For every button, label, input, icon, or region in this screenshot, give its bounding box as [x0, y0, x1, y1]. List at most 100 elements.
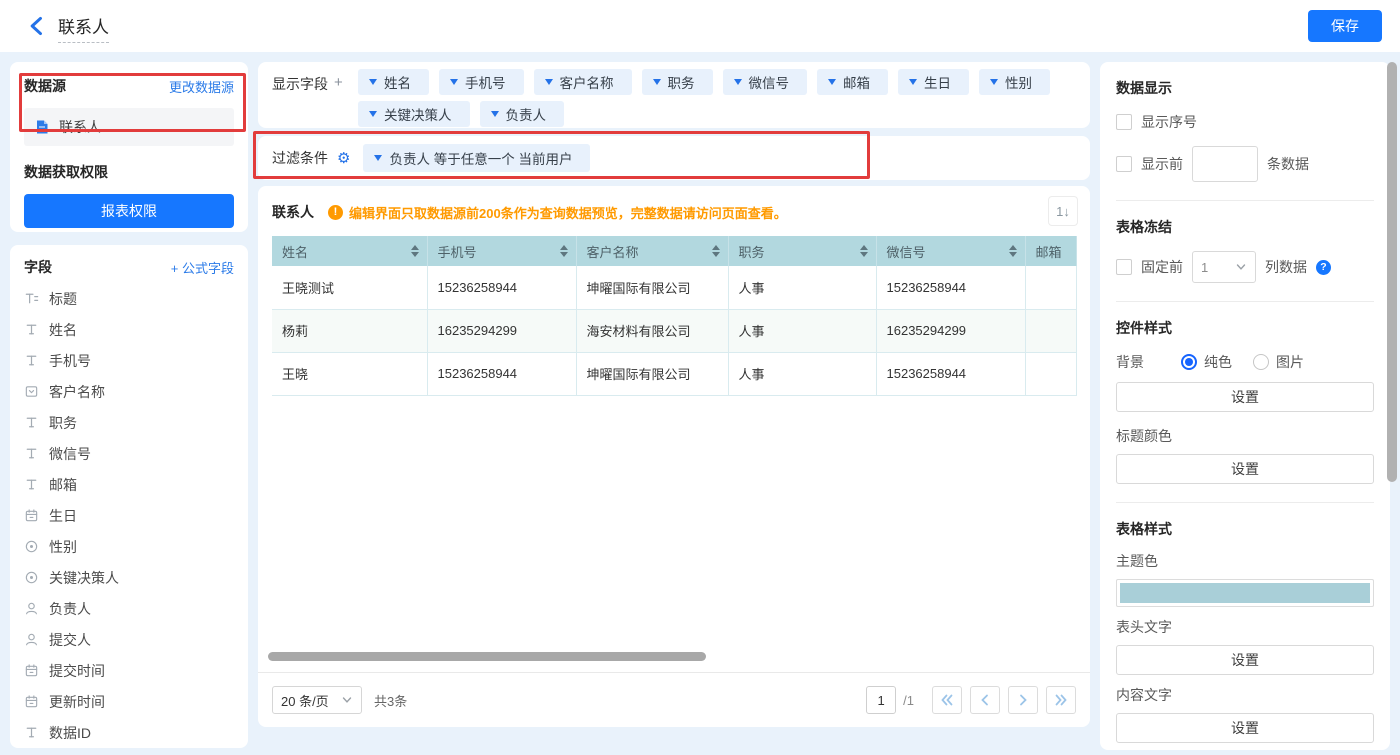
field-item[interactable]: 提交时间: [24, 655, 234, 686]
freeze-count-select[interactable]: 1: [1192, 251, 1256, 283]
permission-heading: 数据获取权限: [24, 162, 234, 182]
field-item[interactable]: 负责人: [24, 593, 234, 624]
field-chip[interactable]: 邮箱: [817, 69, 888, 95]
sort-arrows-icon[interactable]: [860, 245, 868, 257]
freeze-count-value: 1: [1201, 260, 1208, 275]
datasource-item[interactable]: 联系人: [24, 108, 234, 146]
column-header[interactable]: 职务: [728, 236, 876, 266]
field-item[interactable]: 更新时间: [24, 686, 234, 717]
column-header[interactable]: 姓名: [272, 236, 427, 266]
field-item[interactable]: 提交人: [24, 624, 234, 655]
field-item[interactable]: 邮箱: [24, 469, 234, 500]
chevron-down-icon: [734, 79, 742, 85]
last-page-button[interactable]: [1046, 686, 1076, 714]
field-label: 职务: [49, 413, 77, 433]
date-icon: [24, 694, 39, 709]
field-item[interactable]: 数据ID: [24, 717, 234, 748]
text-icon: [24, 477, 39, 492]
field-item[interactable]: 姓名: [24, 314, 234, 345]
column-header[interactable]: 手机号: [427, 236, 576, 266]
vertical-scrollbar[interactable]: [1387, 62, 1397, 482]
field-item[interactable]: 微信号: [24, 438, 234, 469]
column-header[interactable]: 微信号: [876, 236, 1025, 266]
report-permission-button[interactable]: 报表权限: [24, 194, 234, 228]
chip-label: 姓名: [384, 72, 411, 92]
gear-icon[interactable]: ⚙: [337, 151, 350, 166]
header-text-set-button[interactable]: 设置: [1116, 645, 1374, 675]
cell: 王晓测试: [272, 266, 427, 309]
sort-arrows-icon[interactable]: [411, 245, 419, 257]
field-chip[interactable]: 关键决策人: [358, 101, 470, 127]
field-chip[interactable]: 微信号: [723, 69, 808, 95]
field-item[interactable]: 关键决策人: [24, 562, 234, 593]
cell: 坤曜国际有限公司: [576, 266, 728, 309]
image-label: 图片: [1276, 352, 1304, 372]
help-icon[interactable]: ?: [1316, 260, 1331, 275]
chevron-down-icon: [369, 111, 377, 117]
field-chip[interactable]: 客户名称: [534, 69, 632, 95]
save-button[interactable]: 保存: [1308, 10, 1382, 42]
show-index-checkbox[interactable]: [1116, 114, 1132, 130]
field-chip[interactable]: 姓名: [358, 69, 429, 95]
chevron-down-icon: [491, 111, 499, 117]
chevron-down-icon: [909, 79, 917, 85]
first-page-button[interactable]: [932, 686, 962, 714]
horizontal-scrollbar[interactable]: [268, 652, 706, 661]
field-chip[interactable]: 手机号: [439, 69, 524, 95]
show-first-count-input[interactable]: [1192, 146, 1258, 182]
field-item[interactable]: 客户名称: [24, 376, 234, 407]
change-datasource-link[interactable]: 更改数据源: [169, 77, 234, 96]
warning-icon: !: [328, 205, 343, 220]
theme-color-fill: [1120, 583, 1370, 603]
page-size-select[interactable]: 20 条/页: [272, 686, 362, 714]
prev-page-button[interactable]: [970, 686, 1000, 714]
theme-color-swatch[interactable]: [1116, 579, 1374, 607]
image-radio[interactable]: [1253, 354, 1269, 370]
select-icon: [24, 384, 39, 399]
cell: 杨莉: [272, 309, 427, 352]
field-chip[interactable]: 性别: [979, 69, 1050, 95]
next-page-button[interactable]: [1008, 686, 1038, 714]
add-formula-field-link[interactable]: + 公式字段: [171, 258, 234, 277]
data-display-heading: 数据显示: [1116, 78, 1374, 98]
field-item[interactable]: 职务: [24, 407, 234, 438]
chevron-down-icon: [374, 155, 382, 161]
text-icon: [24, 322, 39, 337]
show-first-checkbox[interactable]: [1116, 156, 1132, 172]
solid-color-radio[interactable]: [1181, 354, 1197, 370]
chip-label: 性别: [1005, 72, 1032, 92]
field-label: 生日: [49, 506, 77, 526]
field-item[interactable]: 标题: [24, 283, 234, 314]
sort-arrows-icon[interactable]: [712, 245, 720, 257]
column-header[interactable]: 客户名称: [576, 236, 728, 266]
page-number-input[interactable]: 1: [866, 686, 896, 714]
cell: 人事: [728, 309, 876, 352]
column-header[interactable]: 邮箱: [1025, 236, 1076, 266]
field-item[interactable]: 性别: [24, 531, 234, 562]
field-chip[interactable]: 负责人: [480, 101, 565, 127]
sort-arrows-icon[interactable]: [1009, 245, 1017, 257]
table-header-row: 姓名 手机号 客户名称 职务 微信号 邮箱: [272, 236, 1076, 266]
chip-label: 手机号: [465, 72, 506, 92]
add-display-field-button[interactable]: +: [334, 74, 343, 91]
filter-condition-chip[interactable]: 负责人 等于任意一个 当前用户: [363, 144, 590, 172]
filter-panel: 过滤条件 ⚙ 负责人 等于任意一个 当前用户: [258, 136, 1090, 180]
cell: [1025, 309, 1076, 352]
field-item[interactable]: 生日: [24, 500, 234, 531]
datasource-heading: 数据源: [24, 76, 66, 96]
sort-order-icon[interactable]: 1↓: [1048, 196, 1078, 226]
field-chip[interactable]: 生日: [898, 69, 969, 95]
freeze-checkbox[interactable]: [1116, 259, 1132, 275]
pagination-bar: 20 条/页 共3条 1 /1: [258, 672, 1090, 727]
content-text-set-button[interactable]: 设置: [1116, 713, 1374, 743]
field-label: 微信号: [49, 444, 91, 464]
field-item[interactable]: 手机号: [24, 345, 234, 376]
background-set-button[interactable]: 设置: [1116, 382, 1374, 412]
double-chevron-right-icon: [1053, 692, 1069, 708]
chip-label: 负责人: [506, 104, 547, 124]
datasource-panel: 数据源 更改数据源 联系人 数据获取权限 报表权限: [10, 62, 248, 232]
title-color-set-button[interactable]: 设置: [1116, 454, 1374, 484]
back-icon[interactable]: [26, 15, 48, 37]
field-chip[interactable]: 职务: [642, 69, 713, 95]
sort-arrows-icon[interactable]: [560, 245, 568, 257]
